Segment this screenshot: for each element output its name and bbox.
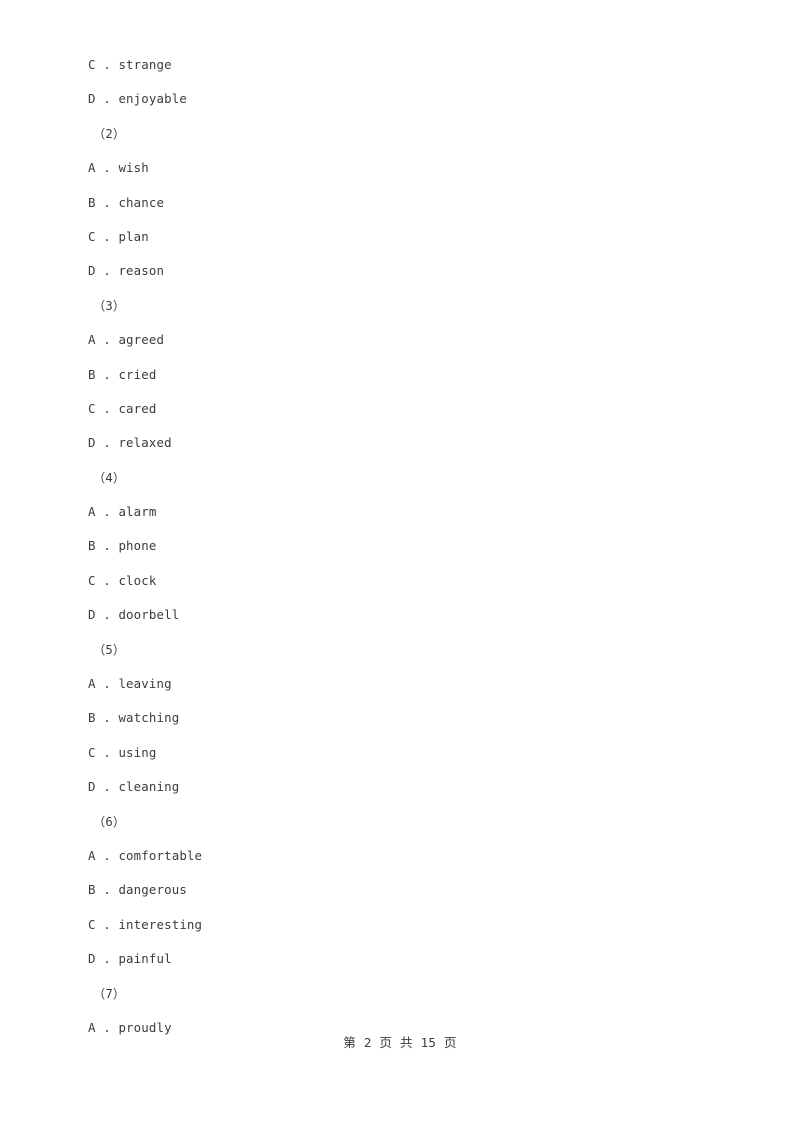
answer-option: A . alarm bbox=[88, 504, 157, 520]
answer-option: C . plan bbox=[88, 228, 149, 244]
answer-option: B . chance bbox=[88, 194, 165, 210]
question-number: （4） bbox=[93, 470, 126, 485]
answer-option: D . painful bbox=[88, 951, 172, 967]
question-number: （6） bbox=[93, 814, 126, 829]
answer-option: D . reason bbox=[88, 263, 165, 279]
question-number: （5） bbox=[93, 642, 126, 657]
answer-option: C . clock bbox=[88, 572, 157, 588]
answer-option: D . relaxed bbox=[88, 435, 172, 451]
answer-option: C . interesting bbox=[88, 916, 203, 932]
answer-option: A . comfortable bbox=[88, 847, 203, 863]
answer-option: B . cried bbox=[88, 366, 157, 382]
answer-option: D . doorbell bbox=[88, 607, 180, 623]
document-page: C . strange D . enjoyable （2） A . wish B . c… bbox=[0, 0, 800, 1132]
answer-option: C . using bbox=[88, 744, 157, 760]
answer-option: D . enjoyable bbox=[88, 91, 187, 107]
answer-option: A . wish bbox=[88, 160, 149, 176]
question-number: （2） bbox=[93, 126, 126, 141]
answer-option: C . strange bbox=[88, 57, 172, 72]
answer-option: B . dangerous bbox=[88, 882, 187, 898]
answer-option: D . cleaning bbox=[88, 779, 180, 795]
question-number: （3） bbox=[93, 298, 126, 313]
page-footer: 第 2 页 共 15 页 bbox=[343, 1035, 457, 1050]
question-list: C . strange D . enjoyable （2） A . wish B . c… bbox=[88, 48, 748, 1045]
question-number: （7） bbox=[93, 986, 126, 1001]
answer-option: A . agreed bbox=[88, 332, 165, 348]
answer-option: C . cared bbox=[88, 400, 157, 416]
answer-option: A . leaving bbox=[88, 676, 172, 692]
answer-option: B . watching bbox=[88, 710, 180, 726]
answer-option: B . phone bbox=[88, 538, 157, 554]
